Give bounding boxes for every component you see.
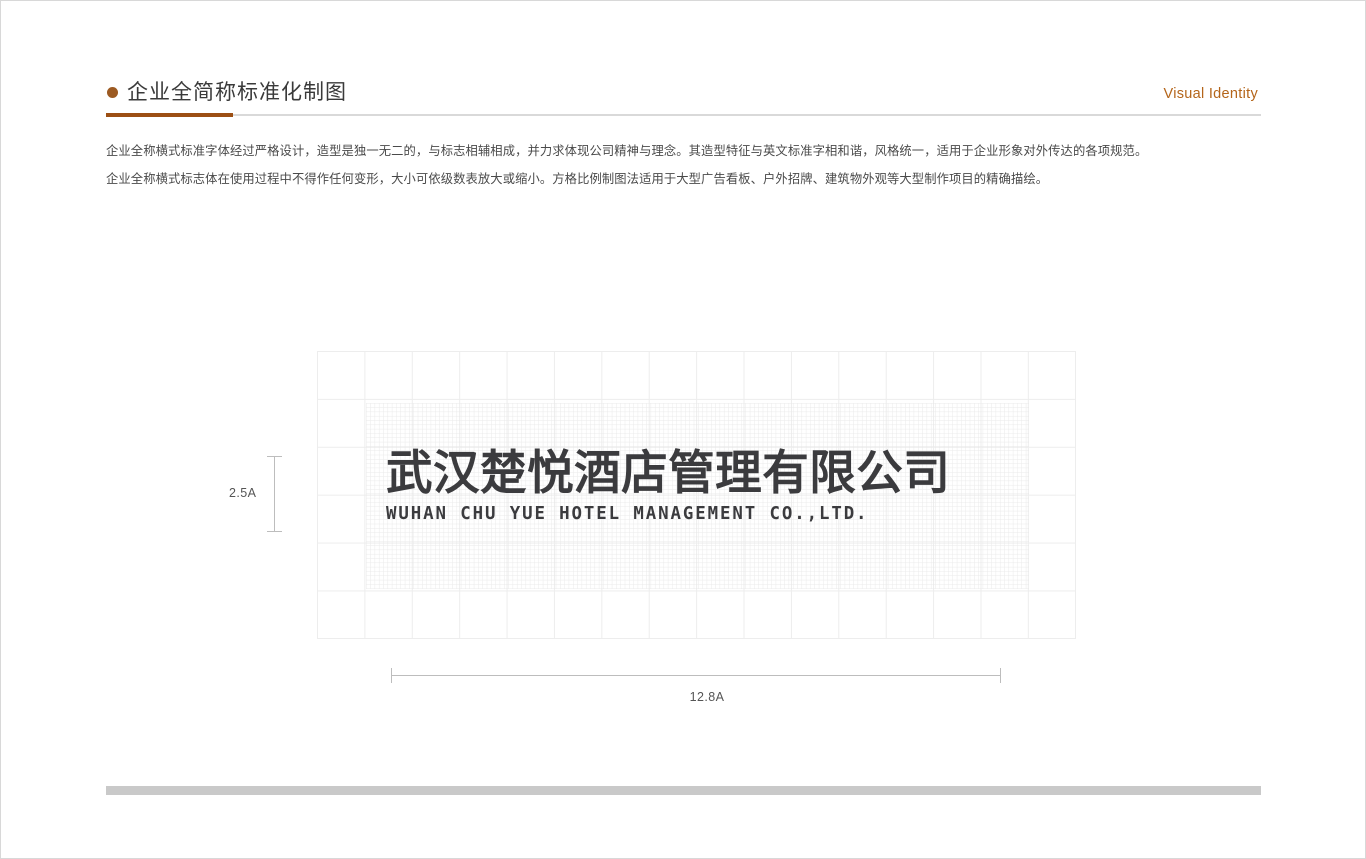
logotype: 武汉楚悦酒店管理有限公司 WUHAN CHU YUE HOTEL MANAGEM…	[386, 448, 1011, 525]
header-divider	[106, 113, 1261, 117]
intro-line-1: 企业全称横式标准字体经过严格设计，造型是独一无二的，与标志相辅相成，并力求体现公…	[106, 144, 1148, 158]
horizontal-dimension-value: 12.8A	[689, 690, 725, 704]
horizontal-dimension-line	[391, 668, 1001, 683]
logotype-chinese: 武汉楚悦酒店管理有限公司	[386, 446, 951, 501]
page-title: 企业全简称标准化制图	[127, 81, 347, 104]
logotype-english: WUHAN CHU YUE HOTEL MANAGEMENT CO.,LTD.	[386, 504, 869, 524]
footer-bar	[106, 786, 1261, 795]
horizontal-dimension-label: 12.8A	[1, 689, 1365, 705]
brand-guideline-page: 企业全简称标准化制图 Visual Identity 企业全称横式标准字体经过严…	[0, 0, 1366, 859]
construction-grid-coarse	[317, 351, 1076, 639]
vertical-dimension-line	[267, 456, 282, 532]
logo-construction-diagram: 武汉楚悦酒店管理有限公司 WUHAN CHU YUE HOTEL MANAGEM…	[1, 1, 1365, 858]
intro-line-2: 企业全称横式标志体在使用过程中不得作任何变形，大小可依级数表放大或缩小。方格比例…	[106, 172, 1049, 186]
intro-text: 企业全称横式标准字体经过严格设计，造型是独一无二的，与标志相辅相成，并力求体现公…	[106, 141, 1266, 197]
section-label: Visual Identity	[1163, 86, 1258, 102]
bullet-icon	[107, 87, 118, 98]
header-divider-line	[106, 114, 1261, 116]
construction-grid-fine	[366, 403, 1029, 589]
header-divider-accent	[106, 113, 233, 117]
vertical-dimension-label: 2.5A	[229, 486, 257, 500]
